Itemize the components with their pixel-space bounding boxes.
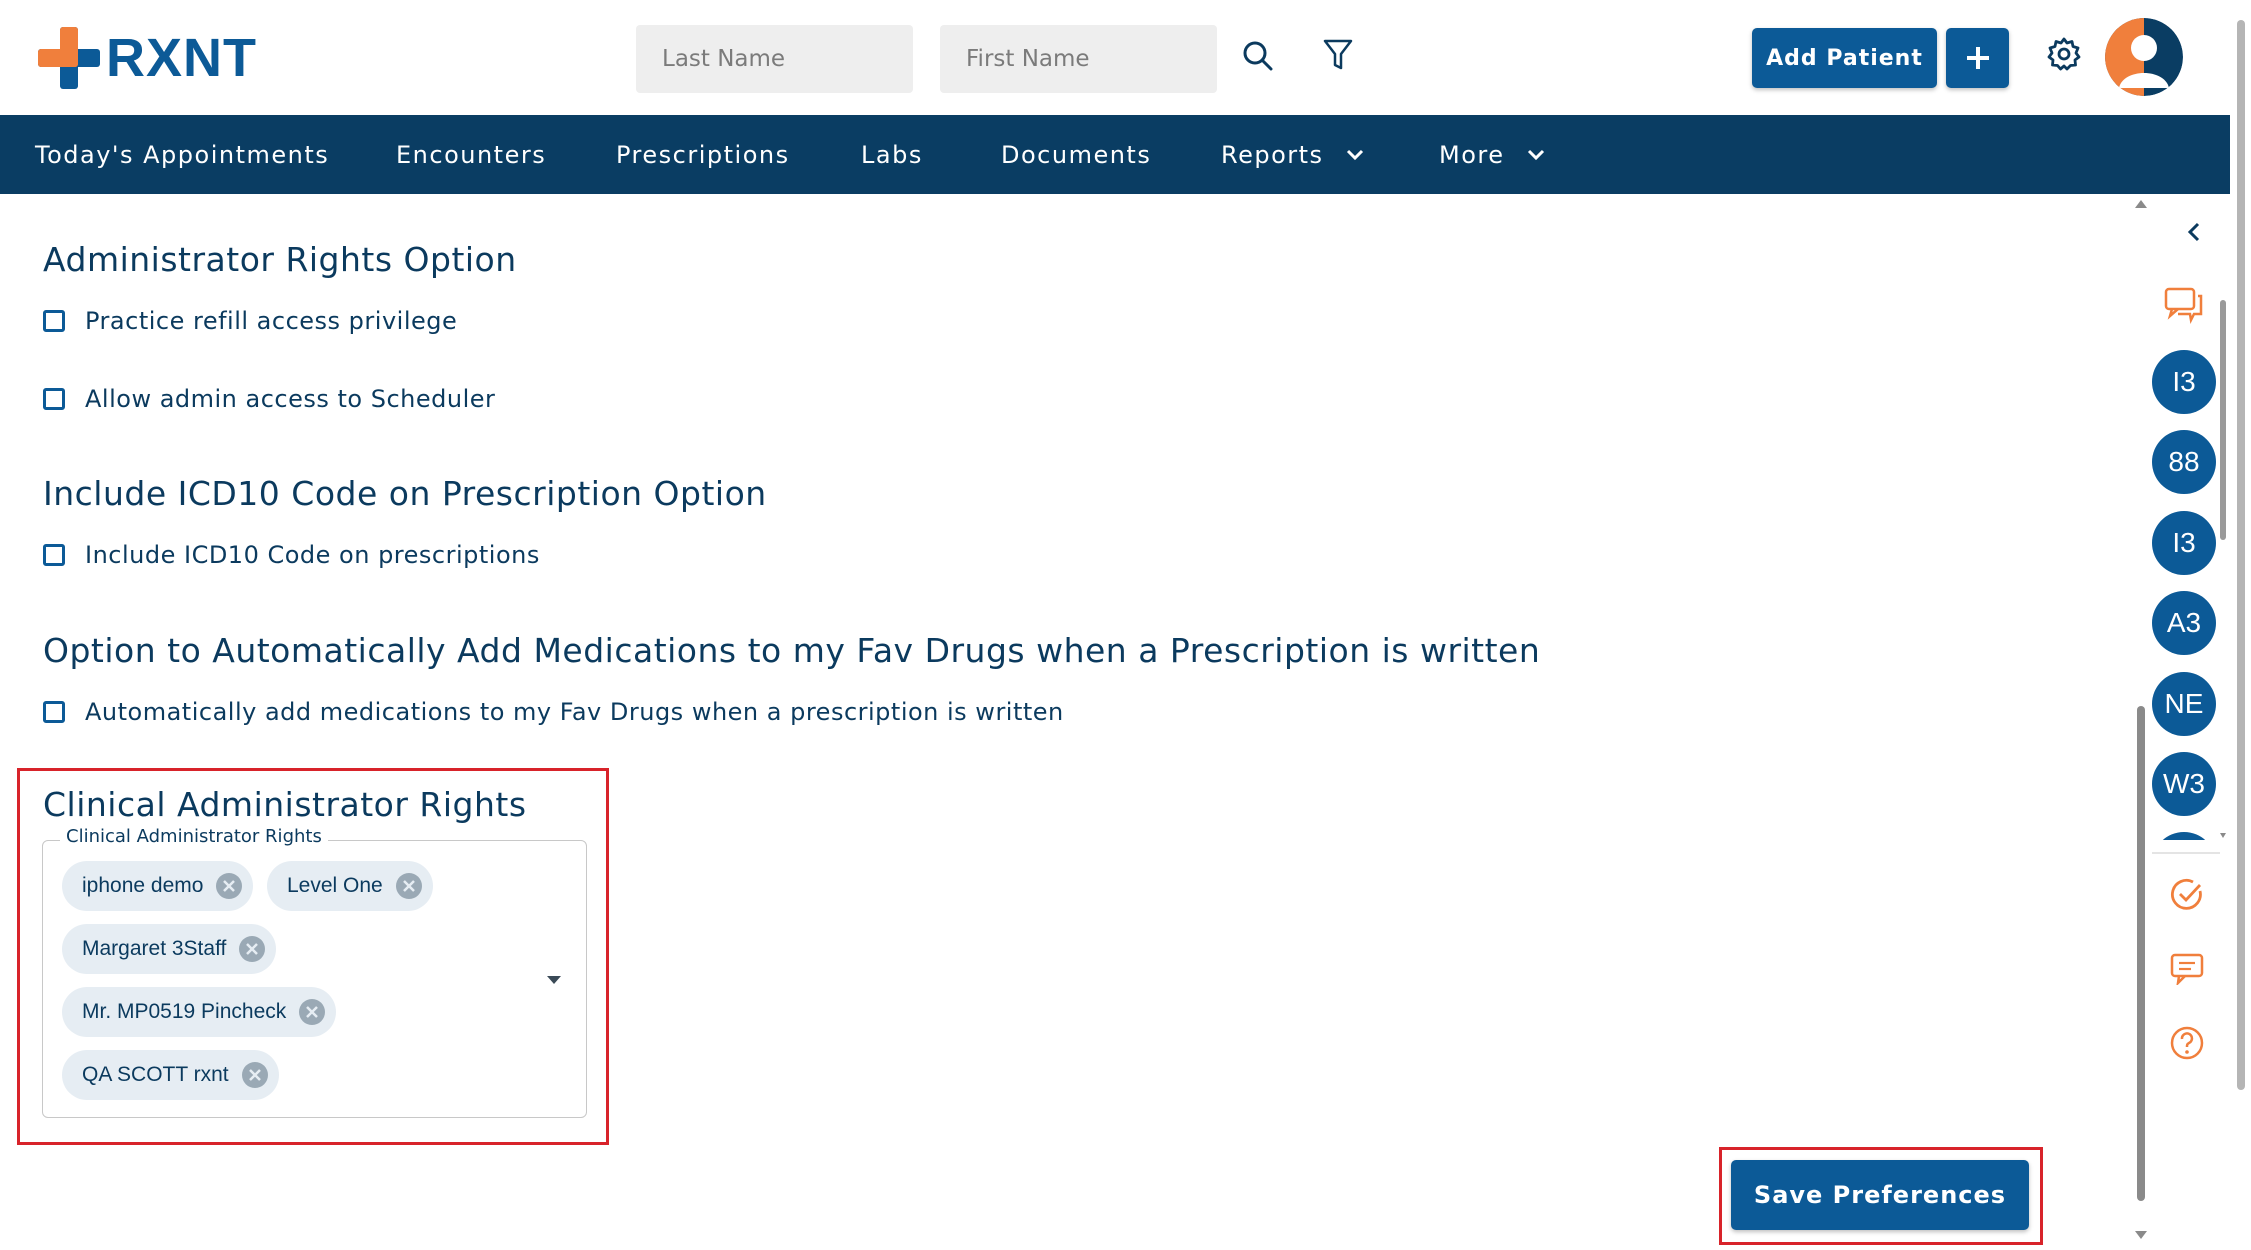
chip-label: iphone demo [82, 874, 204, 897]
user-circle-partial [2152, 832, 2216, 840]
chip-label: Mr. MP0519 Pincheck [82, 1000, 287, 1023]
nav-documents[interactable]: Documents [1001, 115, 1151, 194]
nav-label: Labs [861, 140, 923, 169]
first-name-input[interactable] [940, 25, 1217, 93]
clinical-admin-field-label: Clinical Administrator Rights [60, 826, 328, 847]
add-patient-label: Add Patient [1766, 45, 1923, 71]
checkbox-label: Include ICD10 Code on prescriptions [85, 541, 540, 569]
fav-drugs-checkbox-row[interactable]: Automatically add medications to my Fav … [43, 698, 1064, 726]
save-preferences-label: Save Preferences [1753, 1181, 2007, 1209]
brand-name: RXNT [106, 28, 257, 88]
user-circle-6[interactable]: W3 [2152, 752, 2216, 816]
search-icon[interactable] [1238, 36, 1278, 76]
nav-labs[interactable]: Labs [861, 115, 923, 194]
chat-bubbles-icon[interactable] [2162, 283, 2206, 327]
chevron-down-icon [1527, 149, 1545, 161]
fav-drugs-checkbox[interactable] [43, 701, 65, 723]
user-initials: W3 [2163, 768, 2205, 799]
nav-more[interactable]: More [1439, 115, 1545, 194]
chip-mr-mp0519-pincheck: Mr. MP0519 Pincheck [62, 987, 337, 1037]
user-initials: I3 [2172, 527, 2196, 558]
practice-refill-checkbox[interactable] [43, 310, 65, 332]
gear-icon[interactable] [2044, 34, 2084, 74]
add-patient-button[interactable]: Add Patient [1752, 28, 1937, 88]
filter-icon[interactable] [1318, 35, 1358, 75]
remove-chip-icon[interactable] [395, 872, 423, 900]
save-preferences-button[interactable]: Save Preferences [1731, 1160, 2029, 1230]
icd10-checkbox-row[interactable]: Include ICD10 Code on prescriptions [43, 541, 540, 569]
chip-qa-scott-rxnt: QA SCOTT rxnt [62, 1050, 279, 1100]
clinical-admin-title: Clinical Administrator Rights [43, 785, 527, 824]
remove-chip-icon[interactable] [238, 935, 266, 963]
chevron-down-icon [1346, 149, 1364, 161]
remove-chip-icon[interactable] [298, 998, 326, 1026]
help-icon[interactable] [2168, 1024, 2206, 1062]
checkbox-label: Automatically add medications to my Fav … [85, 698, 1064, 726]
nav-reports[interactable]: Reports [1221, 115, 1364, 194]
window-scrollbar[interactable] [2230, 0, 2251, 1246]
user-initials: A3 [2166, 607, 2202, 638]
user-avatar[interactable] [2105, 18, 2183, 96]
user-initials: 88 [2168, 446, 2200, 477]
last-name-input[interactable] [636, 25, 913, 93]
check-circle-icon[interactable] [2168, 876, 2206, 914]
nav-label: Encounters [396, 140, 547, 169]
user-circle-3[interactable]: I3 [2152, 511, 2216, 575]
checkbox-label: Practice refill access privilege [85, 307, 458, 335]
nav-label: Documents [1001, 140, 1152, 169]
user-circle-4[interactable]: A3 [2152, 591, 2216, 655]
collapse-panel-chevron-icon[interactable] [2182, 218, 2206, 246]
user-circle-2[interactable]: 88 [2152, 430, 2216, 494]
nav-encounters[interactable]: Encounters [396, 115, 546, 194]
chip-label: Margaret 3Staff [82, 937, 227, 960]
admin-scheduler-checkbox-row[interactable]: Allow admin access to Scheduler [43, 385, 495, 413]
fav-drugs-title: Option to Automatically Add Medications … [43, 631, 1541, 670]
main-scrollbar[interactable] [2134, 194, 2148, 1246]
admin-rights-title: Administrator Rights Option [43, 240, 517, 279]
panel-divider-line [2152, 852, 2220, 854]
circles-scrollbar[interactable] [2220, 300, 2226, 840]
chip-level-one: Level One [267, 861, 433, 911]
user-initials: I3 [2172, 366, 2196, 397]
user-circle-1[interactable]: I3 [2152, 350, 2216, 414]
admin-scheduler-checkbox[interactable] [43, 388, 65, 410]
remove-chip-icon[interactable] [241, 1061, 269, 1089]
plus-icon [1966, 47, 1989, 69]
nav-todays-appointments[interactable]: Today's Appointments [35, 115, 329, 194]
chip-margaret-3staff: Margaret 3Staff [62, 924, 277, 974]
message-icon[interactable] [2168, 950, 2206, 988]
user-initials: NE [2164, 688, 2204, 719]
checkbox-label: Allow admin access to Scheduler [85, 385, 496, 413]
nav-label: Prescriptions [616, 140, 790, 169]
chip-label: Level One [287, 874, 383, 897]
nav-label: More [1439, 140, 1505, 169]
icd10-title: Include ICD10 Code on Prescription Optio… [43, 474, 767, 513]
icd10-checkbox[interactable] [43, 544, 65, 566]
main-nav: Today's Appointments Encounters Prescrip… [0, 115, 2230, 194]
rxnt-logo[interactable]: RXNT [38, 27, 257, 89]
nav-prescriptions[interactable]: Prescriptions [616, 115, 790, 194]
nav-label: Today's Appointments [35, 140, 330, 169]
user-circle-5[interactable]: NE [2152, 672, 2216, 736]
add-plus-button[interactable] [1946, 28, 2009, 88]
dropdown-caret-icon[interactable] [547, 976, 561, 984]
logo-cross-icon [38, 27, 100, 89]
practice-refill-checkbox-row[interactable]: Practice refill access privilege [43, 307, 457, 335]
chip-iphone-demo: iphone demo [62, 861, 254, 911]
remove-chip-icon[interactable] [215, 872, 243, 900]
chip-label: QA SCOTT rxnt [82, 1063, 229, 1086]
nav-label: Reports [1221, 140, 1324, 169]
top-header: RXNT Add Patient [0, 0, 2230, 115]
